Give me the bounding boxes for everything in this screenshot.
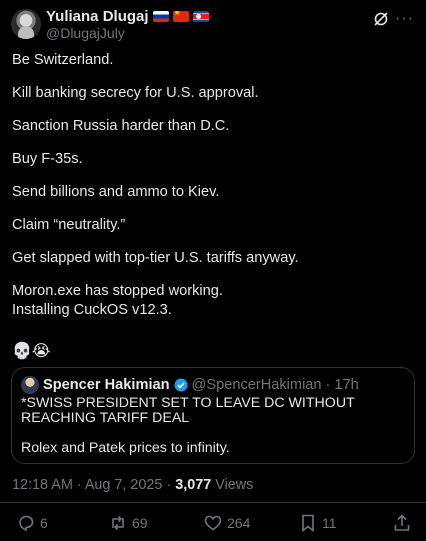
heart-icon	[204, 515, 222, 531]
quoted-tweet-text: *SWISS PRESIDENT SET TO LEAVE DC WITHOUT…	[21, 395, 355, 426]
views-count: 3,077	[175, 477, 212, 493]
tweet-paragraph: Get slapped with top-tier U.S. tariffs a…	[12, 250, 299, 266]
repost-icon	[112, 515, 124, 531]
views-label: Views	[215, 477, 254, 493]
quoted-tweet-header: Spencer Hakimian @SpencerHakimian · 17h	[21, 376, 359, 394]
author-name-row: Yuliana Dlugaj	[46, 8, 209, 25]
tweet-time[interactable]: 12:18 AM	[12, 477, 73, 493]
more-options-icon[interactable]: ···	[395, 10, 414, 28]
like-button[interactable]: 264	[203, 513, 250, 533]
dot-separator: ·	[325, 377, 331, 393]
tweet-paragraph: Sanction Russia harder than D.C.	[12, 118, 230, 134]
grok-icon[interactable]	[373, 11, 389, 27]
reply-icon	[19, 515, 34, 532]
bookmark-icon	[302, 514, 314, 533]
divider	[0, 502, 426, 503]
reply-count: 6	[40, 515, 48, 531]
tweet-paragraph: Moron.exe has stopped working.	[12, 283, 223, 299]
quoted-timestamp: 17h	[334, 377, 359, 393]
tweet-paragraph: Send billions and ammo to Kiev.	[12, 184, 220, 200]
tweet-paragraph: Claim “neutrality.”	[12, 217, 126, 233]
dot-separator: ·	[76, 477, 85, 493]
reply-button[interactable]: 6	[16, 513, 48, 533]
author-avatar[interactable]	[11, 9, 41, 39]
author-handle[interactable]: @DlugajJuly	[46, 25, 125, 41]
quoted-author-handle: @SpencerHakimian	[191, 377, 322, 393]
repost-button[interactable]: 69	[108, 513, 148, 533]
tweet-paragraph: Kill banking secrecy for U.S. approval.	[12, 85, 259, 101]
north-korea-flag-icon	[192, 11, 209, 22]
repost-count: 69	[132, 515, 148, 531]
like-count: 264	[227, 515, 251, 531]
quoted-author-name: Spencer Hakimian	[43, 377, 170, 393]
tweet-meta: 12:18 AM · Aug 7, 2025 · 3,077 Views	[12, 477, 253, 493]
bookmark-count: 11	[322, 515, 337, 531]
quoted-tweet[interactable]: Spencer Hakimian @SpencerHakimian · 17h …	[11, 367, 415, 464]
bookmark-button[interactable]: 11	[298, 513, 337, 533]
tweet-header: Yuliana Dlugaj @DlugajJuly ···	[11, 8, 414, 42]
author-name[interactable]: Yuliana Dlugaj	[46, 8, 149, 25]
share-button[interactable]	[392, 513, 412, 533]
china-flag-icon	[172, 11, 189, 22]
share-icon	[394, 514, 410, 531]
quoted-tweet-text-2: Rolex and Patek prices to infinity.	[21, 440, 230, 456]
tweet-date[interactable]: Aug 7, 2025	[85, 477, 163, 493]
tweet-paragraph: Installing CuckOS v12.3.	[12, 302, 172, 318]
quoted-author-avatar	[21, 376, 39, 394]
tweet-paragraph: Be Switzerland.	[12, 52, 114, 68]
emoji-line: 💀😭	[12, 343, 51, 360]
action-bar: 6 69 264 11	[0, 513, 426, 535]
russia-flag-icon	[152, 11, 169, 22]
verified-badge-icon	[174, 378, 188, 392]
tweet-body: Be Switzerland. Kill banking secrecy for…	[12, 51, 412, 320]
tweet-paragraph: Buy F-35s.	[12, 151, 83, 167]
dot-separator: ·	[166, 477, 176, 493]
